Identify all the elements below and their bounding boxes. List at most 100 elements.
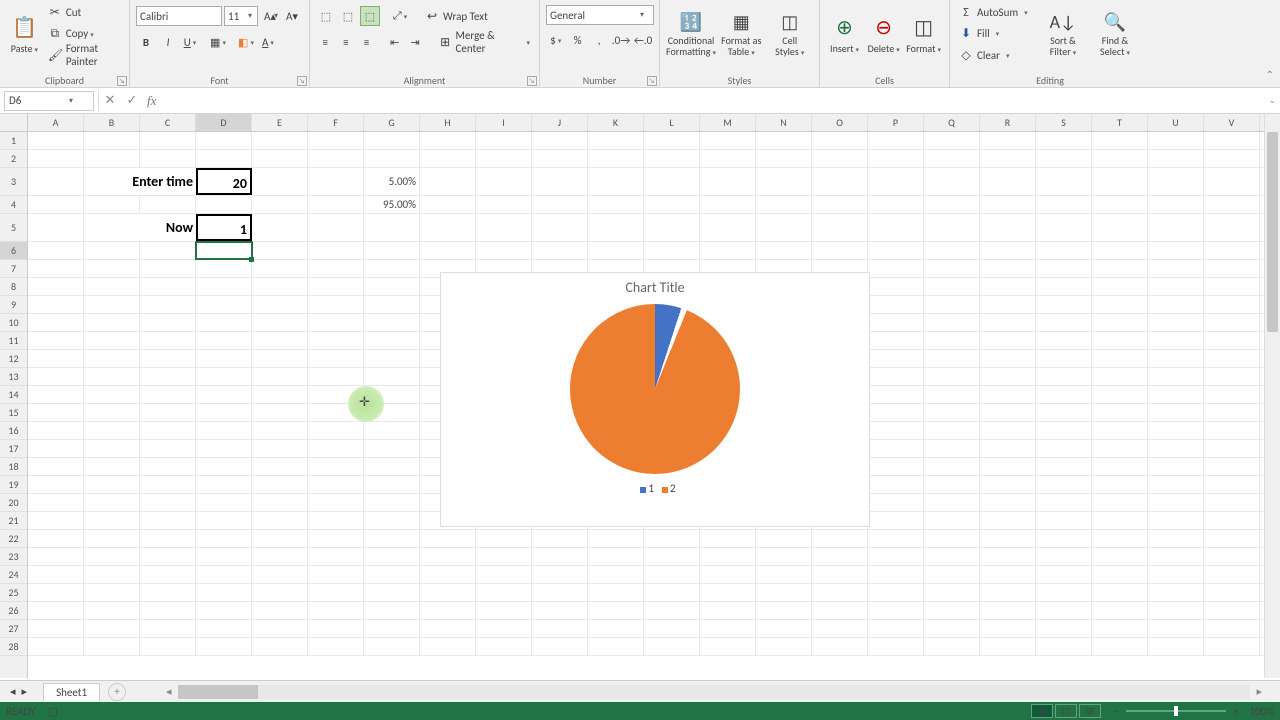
cell-T28[interactable] (1092, 638, 1148, 655)
cell-I3[interactable] (476, 168, 532, 195)
cell-C22[interactable] (140, 530, 196, 547)
cell-E6[interactable] (252, 242, 308, 259)
cell-O28[interactable] (812, 638, 868, 655)
format-button[interactable]: ◫Format (904, 11, 943, 57)
normal-view-icon[interactable]: ▦ (1031, 704, 1053, 718)
cell-R24[interactable] (980, 566, 1036, 583)
cell-F28[interactable] (308, 638, 364, 655)
cell-E5[interactable] (252, 214, 308, 241)
conditional-formatting-button[interactable]: 🔢Conditional Formatting (666, 9, 716, 60)
cell-E12[interactable] (252, 350, 308, 367)
cell-Q8[interactable] (924, 278, 980, 295)
cell-U16[interactable] (1148, 422, 1204, 439)
row-header-9[interactable]: 9 (0, 296, 27, 314)
cell-P27[interactable] (868, 620, 924, 637)
cell-E17[interactable] (252, 440, 308, 457)
cell-R6[interactable] (980, 242, 1036, 259)
cell-P22[interactable] (868, 530, 924, 547)
cell-Q15[interactable] (924, 404, 980, 421)
cell-I2[interactable] (476, 150, 532, 167)
cell-H2[interactable] (420, 150, 476, 167)
cell-U20[interactable] (1148, 494, 1204, 511)
cell-M22[interactable] (700, 530, 756, 547)
cell-I25[interactable] (476, 584, 532, 601)
cell-H27[interactable] (420, 620, 476, 637)
align-bottom-icon[interactable]: ⬚ (360, 6, 380, 26)
cell-N22[interactable] (756, 530, 812, 547)
cell-Q18[interactable] (924, 458, 980, 475)
cell-S16[interactable] (1036, 422, 1092, 439)
cell-M2[interactable] (700, 150, 756, 167)
cell-E9[interactable] (252, 296, 308, 313)
cell-V23[interactable] (1204, 548, 1260, 565)
cell-G3[interactable]: 5.00% (364, 168, 420, 195)
row-header-15[interactable]: 15 (0, 404, 27, 422)
embedded-chart[interactable]: Chart Title 1 2 (440, 272, 870, 527)
cell-F3[interactable] (308, 168, 364, 195)
cell-H3[interactable] (420, 168, 476, 195)
dialog-launcher-icon[interactable]: ↘ (647, 76, 657, 86)
font-size-select[interactable]: ▾ (224, 6, 258, 26)
cell-U26[interactable] (1148, 602, 1204, 619)
cell-J27[interactable] (532, 620, 588, 637)
cell-T8[interactable] (1092, 278, 1148, 295)
cell-G9[interactable] (364, 296, 420, 313)
cell-V1[interactable] (1204, 132, 1260, 149)
cell-H25[interactable] (420, 584, 476, 601)
cell-U23[interactable] (1148, 548, 1204, 565)
decrease-font-icon[interactable]: A▾ (282, 6, 302, 26)
cell-P7[interactable] (868, 260, 924, 277)
cell-E13[interactable] (252, 368, 308, 385)
cell-R9[interactable] (980, 296, 1036, 313)
cell-C28[interactable] (140, 638, 196, 655)
cell-H23[interactable] (420, 548, 476, 565)
cell-C4[interactable] (140, 196, 196, 213)
cell-C7[interactable] (140, 260, 196, 277)
cell-T2[interactable] (1092, 150, 1148, 167)
cell-C18[interactable] (140, 458, 196, 475)
cell-B20[interactable] (84, 494, 140, 511)
cell-H26[interactable] (420, 602, 476, 619)
cell-T1[interactable] (1092, 132, 1148, 149)
cell-Q13[interactable] (924, 368, 980, 385)
autosum-button[interactable]: ΣAutoSum (956, 4, 1036, 22)
zoom-out-icon[interactable]: − (1112, 705, 1117, 718)
cell-T23[interactable] (1092, 548, 1148, 565)
cell-U9[interactable] (1148, 296, 1204, 313)
dialog-launcher-icon[interactable]: ↘ (527, 76, 537, 86)
cell-V24[interactable] (1204, 566, 1260, 583)
cell-C15[interactable] (140, 404, 196, 421)
cell-T18[interactable] (1092, 458, 1148, 475)
cell-D10[interactable] (196, 314, 252, 331)
column-header-T[interactable]: T (1092, 114, 1148, 131)
cell-styles-button[interactable]: ◫Cell Styles (767, 9, 814, 60)
cell-G18[interactable] (364, 458, 420, 475)
cell-O24[interactable] (812, 566, 868, 583)
cell-P1[interactable] (868, 132, 924, 149)
cell-F4[interactable] (308, 196, 364, 213)
cell-D28[interactable] (196, 638, 252, 655)
row-header-16[interactable]: 16 (0, 422, 27, 440)
cell-F23[interactable] (308, 548, 364, 565)
row-header-23[interactable]: 23 (0, 548, 27, 566)
cell-U22[interactable] (1148, 530, 1204, 547)
cell-M6[interactable] (700, 242, 756, 259)
cell-V17[interactable] (1204, 440, 1260, 457)
cut-button[interactable]: ✂Cut (45, 4, 123, 22)
cell-D24[interactable] (196, 566, 252, 583)
column-headers[interactable]: ABCDEFGHIJKLMNOPQRSTUV (28, 114, 1264, 132)
cell-E18[interactable] (252, 458, 308, 475)
cell-Q12[interactable] (924, 350, 980, 367)
row-header-25[interactable]: 25 (0, 584, 27, 602)
cell-F1[interactable] (308, 132, 364, 149)
cell-Q25[interactable] (924, 584, 980, 601)
cell-B4[interactable] (84, 196, 140, 213)
cell-S5[interactable] (1036, 214, 1092, 241)
row-header-28[interactable]: 28 (0, 638, 27, 656)
cell-A12[interactable] (28, 350, 84, 367)
cell-F19[interactable] (308, 476, 364, 493)
cell-C14[interactable] (140, 386, 196, 403)
align-top-icon[interactable]: ⬚ (316, 6, 336, 26)
cell-J4[interactable] (532, 196, 588, 213)
cell-B22[interactable] (84, 530, 140, 547)
